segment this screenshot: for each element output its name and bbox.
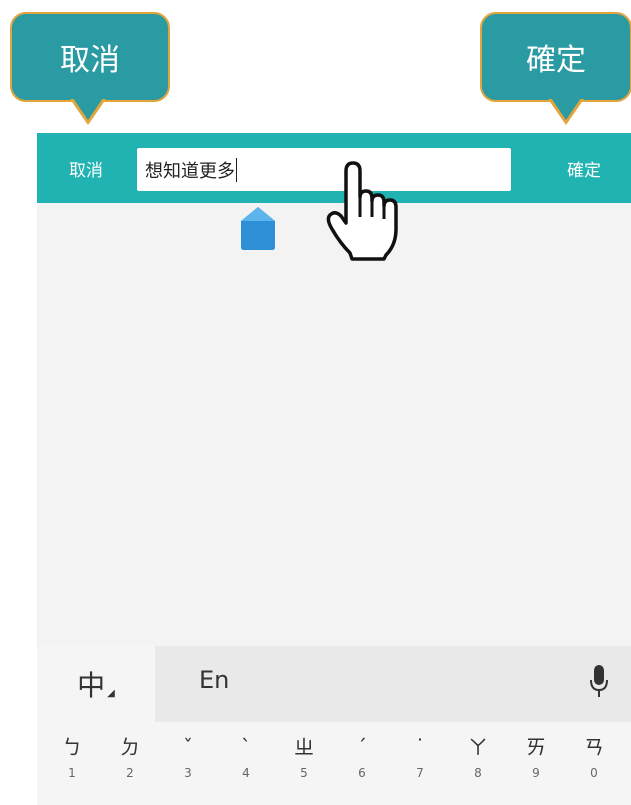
key-tone-3[interactable]: ˇ 3 <box>159 732 217 802</box>
key-number: 2 <box>126 766 134 780</box>
key-symbol: ˋ <box>241 735 251 759</box>
key-number: 9 <box>532 766 540 780</box>
confirm-callout-label: 確定 <box>526 43 586 78</box>
key-symbol: ㄢ <box>584 735 604 759</box>
search-input-text: 想知道更多 <box>145 160 235 182</box>
key-number: 5 <box>300 766 308 780</box>
key-number: 7 <box>416 766 424 780</box>
text-cursor <box>236 157 237 182</box>
cancel-callout: 取消 <box>10 12 170 102</box>
cancel-callout-label: 取消 <box>60 43 120 78</box>
text-handle-icon[interactable] <box>237 205 279 251</box>
key-number: 3 <box>184 766 192 780</box>
cancel-callout-tail-inner <box>73 98 103 120</box>
pointer-hand-icon <box>326 161 398 261</box>
key-symbol: ˊ <box>357 735 367 759</box>
key-d[interactable]: ㄉ 2 <box>101 732 159 802</box>
phone-screen: 取消 想知道更多 確定 中 ◢ En ㄅ 1 ㄉ 2 ˇ 3 ˋ 4 ㄓ 5 ˊ… <box>37 133 631 805</box>
confirm-callout: 確定 <box>480 12 631 102</box>
keyboard-suggestion-bar: En <box>155 646 631 722</box>
key-symbol: ㄉ <box>120 735 140 759</box>
key-symbol: ㄅ <box>62 735 82 759</box>
key-tone-neutral[interactable]: ˙ 7 <box>391 732 449 802</box>
microphone-icon[interactable] <box>589 665 609 699</box>
key-symbol: ㄓ <box>294 735 314 759</box>
key-b[interactable]: ㄅ 1 <box>43 732 101 802</box>
keyboard: 中 ◢ En ㄅ 1 ㄉ 2 ˇ 3 ˋ 4 ㄓ 5 ˊ 6 ˙ 7 ㄚ 8 ㄞ… <box>37 646 631 805</box>
key-number: 4 <box>242 766 250 780</box>
input-mode-label: 中 <box>77 669 106 702</box>
key-number: 0 <box>590 766 598 780</box>
key-ai[interactable]: ㄞ 9 <box>507 732 565 802</box>
key-a[interactable]: ㄚ 8 <box>449 732 507 802</box>
key-zh[interactable]: ㄓ 5 <box>275 732 333 802</box>
key-symbol: ˙ <box>415 735 425 759</box>
mode-corner-indicator: ◢ <box>107 687 115 699</box>
confirm-button[interactable]: 確定 <box>567 133 601 203</box>
key-tone-4[interactable]: ˋ 4 <box>217 732 275 802</box>
key-symbol: ㄚ <box>468 735 488 759</box>
key-an[interactable]: ㄢ 0 <box>565 732 623 802</box>
key-row: ㄅ 1 ㄉ 2 ˇ 3 ˋ 4 ㄓ 5 ˊ 6 ˙ 7 ㄚ 8 ㄞ 9 ㄢ 0 <box>37 732 631 802</box>
english-toggle[interactable]: En <box>199 666 229 694</box>
key-number: 6 <box>358 766 366 780</box>
key-symbol: ㄞ <box>526 735 546 759</box>
key-number: 1 <box>68 766 76 780</box>
key-tone-2[interactable]: ˊ 6 <box>333 732 391 802</box>
key-number: 8 <box>474 766 482 780</box>
confirm-callout-tail-inner <box>551 98 581 120</box>
input-mode-key[interactable]: 中 ◢ <box>37 646 155 722</box>
cancel-button[interactable]: 取消 <box>69 133 103 203</box>
key-symbol: ˇ <box>183 735 193 759</box>
